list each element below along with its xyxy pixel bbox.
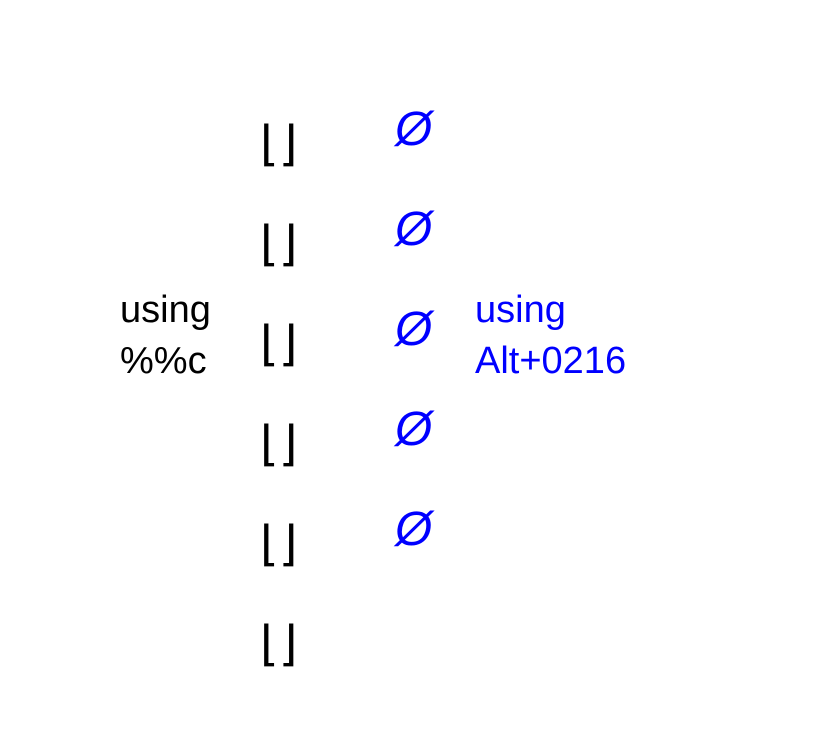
glyph-box: ⌊⌋ xyxy=(260,195,297,295)
right-annotation-line2: Alt+0216 xyxy=(475,340,626,382)
left-annotation-line1: using xyxy=(120,289,211,331)
glyph-box: ⌊⌋ xyxy=(260,95,297,195)
left-annotation-line2: %%c xyxy=(120,340,207,382)
column-alt-0216: Ø Ø Ø Ø Ø xyxy=(395,80,432,580)
glyph-box: ⌊⌋ xyxy=(260,595,297,695)
column-percent-c: ⌊⌋ ⌊⌋ ⌊⌋ ⌊⌋ ⌊⌋ ⌊⌋ xyxy=(260,95,297,695)
glyph-oslash: Ø xyxy=(395,280,432,380)
glyph-oslash: Ø xyxy=(395,480,432,580)
glyph-oslash: Ø xyxy=(395,180,432,280)
left-annotation: using %%c xyxy=(120,285,211,388)
right-annotation-line1: using xyxy=(475,289,566,331)
glyph-oslash: Ø xyxy=(395,80,432,180)
glyph-box: ⌊⌋ xyxy=(260,495,297,595)
glyph-box: ⌊⌋ xyxy=(260,295,297,395)
glyph-oslash: Ø xyxy=(395,380,432,480)
right-annotation: using Alt+0216 xyxy=(475,285,626,388)
glyph-box: ⌊⌋ xyxy=(260,395,297,495)
